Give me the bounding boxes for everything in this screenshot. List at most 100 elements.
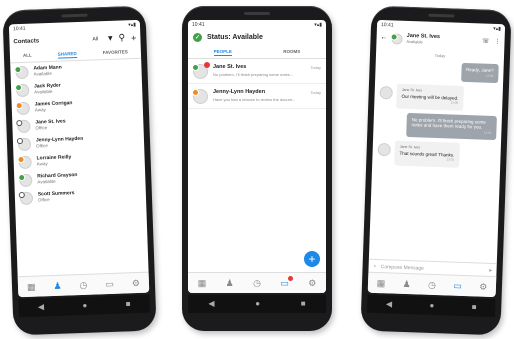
conversation-row[interactable]: Jenny-Lynn Hayden Have you had a chance t… [188,84,326,109]
contact-status: Away [36,161,48,167]
conversation-time: Today [310,65,321,70]
presence-dot [15,101,23,109]
send-icon[interactable]: ➤ [488,267,492,273]
contact-info: James Corrigan Away [35,100,73,113]
tab-rooms[interactable]: ROOMS [283,49,300,56]
status-screen: 10:41 ▾▴▮ ✓ Status: Available PEOPLE ROOM… [188,20,326,293]
avatar [16,137,32,151]
avatar [18,173,33,187]
unread-badge [204,61,210,68]
presence-dot [192,88,199,96]
tab-all[interactable]: ALL [23,53,32,60]
gear-icon[interactable]: ⚙ [479,281,487,292]
person-icon[interactable]: ♟ [402,278,410,289]
chat-icon[interactable]: ▭ [280,275,293,289]
clock-icon[interactable]: ◷ [428,279,436,290]
gear-icon[interactable]: ⚙ [308,278,316,289]
avatar [14,65,29,79]
presence-dot [17,155,25,163]
contact-status: Away [34,107,46,113]
contact-status: Office [36,143,48,149]
chat-icon[interactable]: ▭ [453,280,462,291]
chat-header: ← Jane St. Ives Available ☏ ⋮ [376,29,505,51]
recents-nav-icon[interactable]: ■ [301,300,306,308]
person-icon[interactable]: ♟ [53,280,61,291]
system-nav: ◀ ● ■ [366,294,496,318]
gear-icon[interactable]: ⚙ [132,277,140,288]
chat-contact-status: Available [406,38,423,45]
conversation-preview: Have you had a chance to review the docu… [213,97,296,102]
presence-dot [390,32,398,41]
conversation-text: Jane St. Ives No problem, I'll finish pre… [213,64,310,78]
more-icon[interactable]: ⋮ [494,39,500,45]
system-nav: ◀ ● ■ [188,295,326,313]
phone-icon[interactable]: ☏ [482,39,490,45]
conversation-text: Jenny-Lynn Hayden Have you had a chance t… [213,89,310,103]
bottom-nav: ▦ ♟ ◷ ▭ ⚙ [17,271,150,298]
clock-icon[interactable]: ◷ [253,278,261,289]
new-chat-button[interactable]: + [304,251,320,267]
incoming-message: Jane St. Ives That sounds great! Thanks. 1… [394,140,460,168]
phone-chat: 10:41 ▾▴▮ ← Jane St. Ives Available ☏ ⋮ T… [360,5,512,336]
tab-favorites[interactable]: FAVORITES [103,49,128,57]
dialpad-icon[interactable]: ▦ [198,278,207,289]
earpiece [428,13,455,18]
avatar [377,142,391,157]
back-nav-icon[interactable]: ◀ [208,300,214,308]
back-icon[interactable]: ← [380,34,387,41]
presence-dot [16,137,24,144]
message-time: 12:01 [446,157,455,162]
recents-nav-icon[interactable]: ■ [472,302,477,311]
chevron-down-icon[interactable]: ▾ [108,33,113,44]
earpiece [61,13,88,18]
contact-info: Jack Ryder Available [34,83,61,96]
contact-list: Adam Mann Available Jack Ryder Available Jam… [10,59,146,207]
bottom-nav: ▦ ♟ ◷ ▭ ⚙ [367,271,497,298]
clock-icon[interactable]: ◷ [79,279,87,290]
conversation-row[interactable]: Jane St. Ives No problem, I'll finish pre… [188,59,326,84]
contact-info: Jenny-Lynn Hayden Office [36,136,84,150]
dialpad-icon[interactable]: ▦ [377,278,386,289]
chat-screen: 10:41 ▾▴▮ ← Jane St. Ives Available ☏ ⋮ T… [367,19,506,298]
back-nav-icon[interactable]: ◀ [38,302,44,311]
chat-icon[interactable]: ▭ [105,278,114,289]
status-header[interactable]: ✓ Status: Available [188,29,326,46]
conversation-list: Jane St. Ives No problem, I'll finish pre… [188,59,326,109]
avatar [18,191,34,205]
avatar [17,155,32,169]
message-text: Ready, Jane? [466,66,494,73]
search-icon[interactable]: ⚲ [118,32,125,43]
check-icon: ✓ [193,33,202,42]
home-nav-icon[interactable]: ● [255,300,260,308]
back-nav-icon[interactable]: ◀ [386,299,392,308]
incoming-message-row: Jane St. Ives Our meeting will be delayed… [379,83,498,112]
dialpad-icon[interactable]: ▦ [27,281,36,292]
conversation-name: Jane St. Ives [213,64,247,70]
home-nav-icon[interactable]: ● [429,301,434,310]
contact-row[interactable]: Scott Summers Office [15,185,147,208]
mic-icon[interactable]: ⚬ [373,263,377,269]
system-nav: ◀ ● ■ [18,294,151,318]
contact-status: Office [35,125,48,131]
presence-dot [16,119,23,126]
contact-info: Scott Summers Office [38,190,75,203]
home-nav-icon[interactable]: ● [82,301,87,310]
contact-status: Available [34,88,53,95]
contact-status: Available [33,70,52,77]
recents-nav-icon[interactable]: ■ [125,299,130,308]
phone-status: 10:41 ▾▴▮ ✓ Status: Available PEOPLE ROOM… [182,6,332,331]
unread-badge [287,275,293,281]
bottom-nav: ▦ ♟ ◷ ▭ ⚙ [188,272,326,293]
filter-select[interactable]: All [92,36,98,42]
add-icon[interactable]: + [131,32,137,42]
avatar [379,85,393,100]
conversation-name: Jenny-Lynn Hayden [213,89,266,95]
tab-people[interactable]: PEOPLE [213,49,232,56]
person-icon[interactable]: ♟ [226,278,234,289]
presence-dot [14,83,23,91]
contact-info: Richard Grayson Available [37,172,78,185]
page-title: Contacts [13,37,40,45]
presence-dot [192,63,199,71]
outgoing-message: No problem. I'll finish preparing some n… [406,112,497,141]
tab-shared[interactable]: SHARED [57,51,77,59]
